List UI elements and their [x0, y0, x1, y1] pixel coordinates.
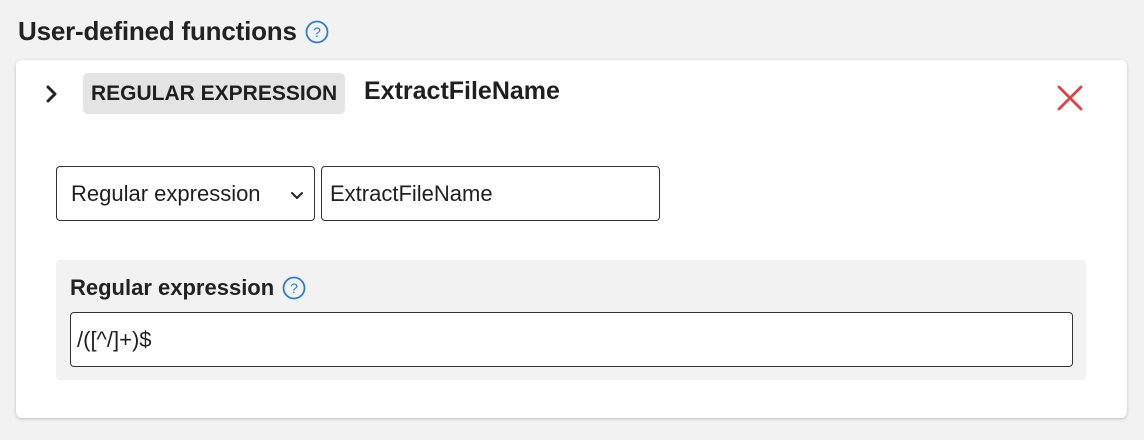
- section-header: User-defined functions ?: [18, 16, 329, 47]
- regex-help-icon[interactable]: ?: [282, 276, 306, 300]
- function-name-input-value: ExtractFileName: [330, 180, 493, 206]
- close-icon: [1057, 85, 1083, 111]
- remove-function-button[interactable]: [1054, 82, 1086, 114]
- function-type-select-value: Regular expression: [71, 180, 261, 206]
- regex-input[interactable]: /([^/]+)$: [70, 312, 1073, 367]
- section-title: User-defined functions: [18, 16, 297, 46]
- function-card: REGULAR EXPRESSION ExtractFileName Regul…: [16, 60, 1127, 418]
- regex-label-row: Regular expression ?: [70, 275, 306, 301]
- function-card-header: REGULAR EXPRESSION ExtractFileName: [16, 60, 1127, 126]
- chevron-down-icon: [290, 181, 304, 207]
- svg-text:?: ?: [290, 280, 298, 296]
- svg-text:?: ?: [313, 24, 321, 40]
- expand-chevron-icon[interactable]: [42, 82, 62, 106]
- regex-panel: Regular expression ? /([^/]+)$: [56, 260, 1086, 380]
- function-type-badge: REGULAR EXPRESSION: [83, 73, 346, 114]
- help-icon[interactable]: ?: [305, 20, 329, 44]
- regex-input-value: /([^/]+)$: [77, 326, 152, 352]
- function-type-select[interactable]: Regular expression: [56, 166, 315, 221]
- function-name-heading: ExtractFileName: [364, 77, 560, 105]
- function-name-input[interactable]: ExtractFileName: [321, 166, 660, 221]
- regex-label: Regular expression: [70, 275, 275, 300]
